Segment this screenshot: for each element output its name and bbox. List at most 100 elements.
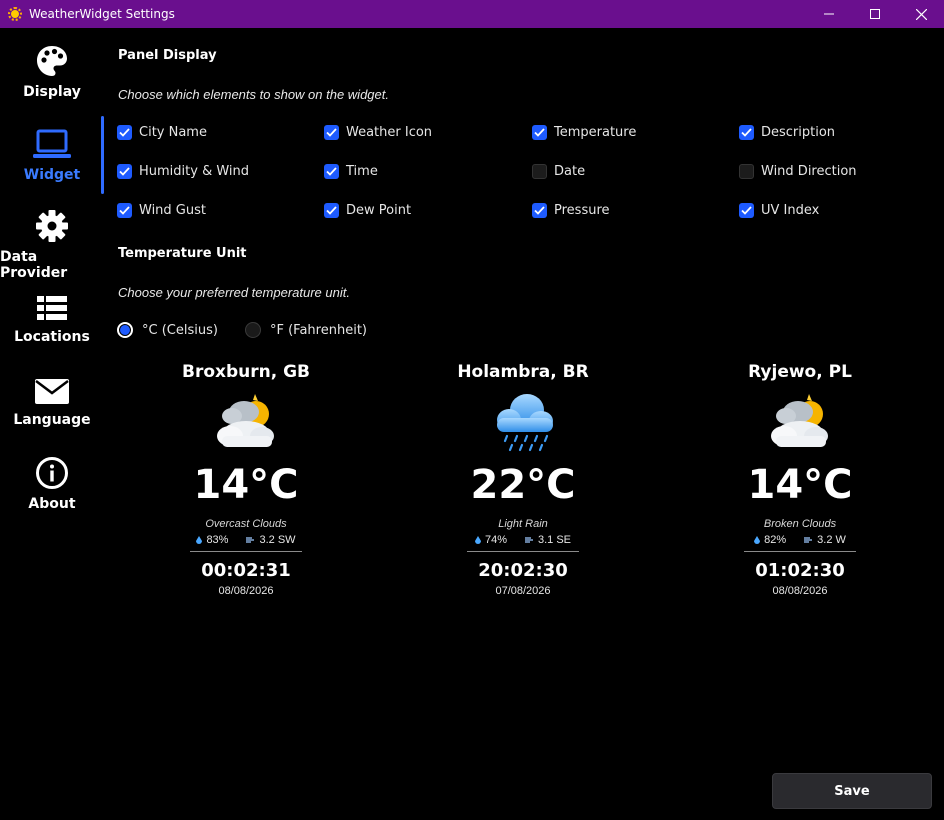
card-time: 20:02:30 bbox=[478, 560, 568, 581]
preview-card-ryjewo: Ryjewo, PL 14°C Broken Clouds 82% 3.2 W … bbox=[725, 362, 875, 597]
checkmark-icon bbox=[119, 167, 130, 176]
checkmark-icon bbox=[326, 206, 337, 215]
window-title: WeatherWidget Settings bbox=[29, 7, 175, 21]
checkbox-checked[interactable] bbox=[532, 125, 547, 140]
card-humidity: 83% bbox=[206, 534, 229, 546]
info-icon bbox=[36, 457, 68, 489]
checkbox-checked[interactable] bbox=[532, 203, 547, 218]
checkbox-label: Wind Direction bbox=[761, 164, 857, 179]
checkmark-icon bbox=[119, 206, 130, 215]
palette-icon bbox=[37, 46, 67, 76]
checkbox-date[interactable]: Date bbox=[532, 164, 585, 179]
radio-label: °C (Celsius) bbox=[142, 322, 218, 338]
checkbox-wind-direction[interactable]: Wind Direction bbox=[739, 164, 857, 179]
card-humidity: 74% bbox=[484, 534, 507, 546]
checkbox-label: Pressure bbox=[554, 203, 610, 218]
checkbox-humidity-wind[interactable]: Humidity & Wind bbox=[117, 164, 249, 179]
checkmark-icon bbox=[741, 128, 752, 137]
checkbox-checked[interactable] bbox=[117, 164, 132, 179]
checkbox-label: Wind Gust bbox=[139, 203, 206, 218]
radio-label: °F (Fahrenheit) bbox=[270, 322, 367, 338]
card-wind: 3.2 SW bbox=[259, 534, 296, 546]
checkmark-icon bbox=[326, 167, 337, 176]
checkbox-weather-icon[interactable]: Weather Icon bbox=[324, 125, 432, 140]
card-temperature: 14°C bbox=[193, 462, 299, 508]
checkbox-time[interactable]: Time bbox=[324, 164, 378, 179]
card-temperature: 22°C bbox=[470, 462, 576, 508]
close-button[interactable] bbox=[898, 0, 944, 28]
sidebar-item-label: Display bbox=[23, 84, 81, 100]
checkbox-temperature[interactable]: Temperature bbox=[532, 125, 636, 140]
maximize-button[interactable] bbox=[852, 0, 898, 28]
sidebar-item-about[interactable]: About bbox=[0, 456, 104, 512]
radio-fahrenheit[interactable]: °F (Fahrenheit) bbox=[245, 322, 367, 338]
sidebar-item-language[interactable]: Language bbox=[0, 376, 104, 428]
sidebar-item-display[interactable]: Display bbox=[0, 44, 104, 100]
card-description: Overcast Clouds bbox=[205, 518, 287, 530]
droplet-icon bbox=[196, 536, 203, 544]
preview-card-broxburn: Broxburn, GB 14°C Overcast Clouds 83% 3.… bbox=[171, 362, 321, 597]
checkbox-label: Date bbox=[554, 164, 586, 179]
checkbox-checked[interactable] bbox=[117, 203, 132, 218]
droplet-icon bbox=[474, 536, 481, 544]
sidebar-item-data-provider[interactable]: Data Provider bbox=[0, 209, 104, 281]
card-humidity-wind: 83% 3.2 SW bbox=[196, 534, 296, 546]
close-icon bbox=[915, 8, 927, 20]
card-humidity-wind: 74% 3.1 SE bbox=[474, 534, 571, 546]
checkbox-checked[interactable] bbox=[324, 164, 339, 179]
title-bar[interactable]: WeatherWidget Settings bbox=[0, 0, 944, 28]
minimize-button[interactable] bbox=[806, 0, 852, 28]
minimize-icon bbox=[824, 13, 834, 15]
sidebar-item-label: Widget bbox=[23, 167, 81, 183]
checkmark-icon bbox=[534, 206, 545, 215]
card-time: 00:02:31 bbox=[201, 560, 291, 581]
checkbox-checked[interactable] bbox=[739, 203, 754, 218]
checkmark-icon bbox=[534, 128, 545, 137]
checkbox-dew-point[interactable]: Dew Point bbox=[324, 203, 411, 218]
checkbox-checked[interactable] bbox=[324, 125, 339, 140]
checkbox-checked[interactable] bbox=[324, 203, 339, 218]
radio-unselected-indicator[interactable] bbox=[245, 322, 261, 338]
radio-celsius[interactable]: °C (Celsius) bbox=[117, 322, 218, 338]
sidebar-item-widget[interactable]: Widget bbox=[0, 127, 104, 183]
save-button[interactable]: Save bbox=[772, 773, 932, 809]
gear-icon bbox=[36, 210, 68, 242]
envelope-icon bbox=[35, 379, 69, 404]
checkbox-checked[interactable] bbox=[739, 125, 754, 140]
card-date: 08/08/2026 bbox=[218, 585, 274, 597]
card-wind: 3.2 W bbox=[817, 534, 846, 546]
checkbox-label: Humidity & Wind bbox=[139, 164, 250, 179]
preview-card-holambra: Holambra, BR 22°C Light Rain 74% 3.1 SE … bbox=[448, 362, 598, 597]
checkbox-unchecked[interactable] bbox=[739, 164, 754, 179]
card-humidity: 82% bbox=[764, 534, 787, 546]
checkbox-pressure[interactable]: Pressure bbox=[532, 203, 610, 218]
sidebar-item-locations[interactable]: Locations bbox=[0, 293, 104, 345]
checkmark-icon bbox=[119, 128, 130, 137]
card-city: Ryjewo, PL bbox=[748, 362, 852, 382]
checkbox-uv-index[interactable]: UV Index bbox=[739, 203, 819, 218]
card-humidity-wind: 82% 3.2 W bbox=[754, 534, 846, 546]
partly-cloudy-night-icon bbox=[771, 394, 828, 447]
checkbox-wind-gust[interactable]: Wind Gust bbox=[117, 203, 206, 218]
laptop-icon bbox=[33, 129, 71, 158]
card-description: Light Rain bbox=[498, 518, 548, 530]
checkbox-label: UV Index bbox=[761, 203, 820, 218]
checkmark-icon bbox=[741, 206, 752, 215]
wind-icon bbox=[804, 537, 813, 543]
sidebar-nav: Display Widget Data Provider Locations L… bbox=[0, 28, 104, 820]
card-description: Broken Clouds bbox=[763, 518, 837, 530]
card-time: 01:02:30 bbox=[755, 560, 845, 581]
checkbox-description[interactable]: Description bbox=[739, 125, 835, 140]
radio-selected-indicator[interactable] bbox=[117, 322, 133, 338]
sidebar-item-label: About bbox=[28, 496, 76, 512]
temperature-unit-title: Temperature Unit bbox=[118, 246, 247, 261]
card-divider bbox=[744, 551, 856, 552]
checkbox-checked[interactable] bbox=[117, 125, 132, 140]
checkbox-city-name[interactable]: City Name bbox=[117, 125, 207, 140]
temperature-unit-description: Choose your preferred temperature unit. bbox=[118, 285, 350, 300]
checkbox-unchecked[interactable] bbox=[532, 164, 547, 179]
sun-app-icon bbox=[8, 7, 22, 21]
droplet-icon bbox=[754, 536, 761, 544]
sidebar-item-label: Data Provider bbox=[0, 249, 68, 281]
list-icon bbox=[37, 296, 67, 320]
